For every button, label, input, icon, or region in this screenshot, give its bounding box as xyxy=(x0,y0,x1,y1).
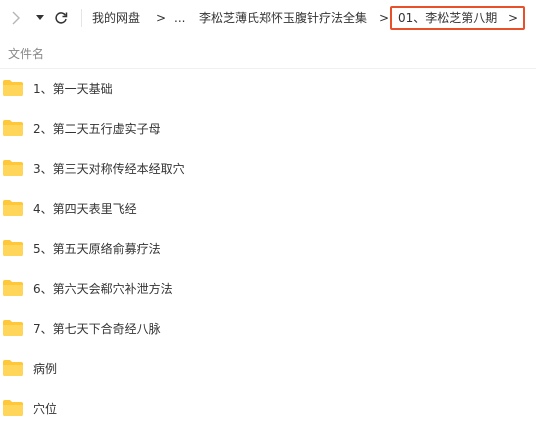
file-row[interactable]: 穴位 xyxy=(0,389,536,429)
toolbar: 我的网盘 > ... 李松芝薄氏郑怀玉腹针疗法全集 > 01、李松芝第八期 > xyxy=(0,0,536,38)
file-row[interactable]: 7、第七天下合奇经八脉 xyxy=(0,309,536,349)
file-row[interactable]: 4、第四天表里飞经 xyxy=(0,189,536,229)
file-name: 穴位 xyxy=(33,402,58,416)
refresh-button[interactable] xyxy=(51,7,71,29)
folder-icon xyxy=(3,80,23,96)
refresh-icon xyxy=(55,12,68,24)
file-name: 2、第二天五行虚实子母 xyxy=(33,122,161,136)
toolbar-divider xyxy=(81,9,82,27)
file-name: 1、第一天基础 xyxy=(33,82,113,96)
folder-icon xyxy=(3,240,23,256)
folder-icon xyxy=(3,400,23,416)
folder-icon xyxy=(3,320,23,336)
file-row[interactable]: 3、第三天对称传经本经取穴 xyxy=(0,149,536,189)
breadcrumb-current-folder[interactable]: 01、李松芝第八期 > xyxy=(390,6,525,30)
file-row[interactable]: 1、第一天基础 xyxy=(0,69,536,109)
file-name: 7、第七天下合奇经八脉 xyxy=(33,322,161,336)
breadcrumb-parent-folder[interactable]: 李松芝薄氏郑怀玉腹针疗法全集 xyxy=(199,9,367,27)
breadcrumb-ellipsis[interactable]: ... xyxy=(174,9,185,27)
file-name: 病例 xyxy=(33,362,58,376)
folder-icon xyxy=(3,200,23,216)
file-row[interactable]: 2、第二天五行虚实子母 xyxy=(0,109,536,149)
file-name: 3、第三天对称传经本经取穴 xyxy=(33,162,185,176)
chevron-right-icon xyxy=(12,11,20,25)
file-name: 5、第五天原络俞募疗法 xyxy=(33,242,161,256)
breadcrumb-my-drive[interactable]: 我的网盘 xyxy=(92,9,140,27)
folder-icon xyxy=(3,280,23,296)
breadcrumb-current-label: 01、李松芝第八期 xyxy=(398,11,498,25)
history-dropdown-button[interactable] xyxy=(30,7,50,29)
forward-button[interactable] xyxy=(6,7,26,29)
file-row[interactable]: 6、第六天会郗穴补泄方法 xyxy=(0,269,536,309)
file-name: 4、第四天表里飞经 xyxy=(33,202,137,216)
breadcrumb-separator: > xyxy=(156,11,167,25)
caret-down-icon xyxy=(36,15,44,20)
file-row[interactable]: 病例 xyxy=(0,349,536,389)
column-header-name[interactable]: 文件名 xyxy=(8,45,44,62)
folder-icon xyxy=(3,360,23,376)
folder-icon xyxy=(3,160,23,176)
folder-icon xyxy=(3,120,23,136)
breadcrumb-separator: > xyxy=(379,11,390,25)
file-list: 1、第一天基础 2、第二天五行虚实子母 3、第三天对称传经本经取穴 4、第四天表… xyxy=(0,69,536,429)
file-name: 6、第六天会郗穴补泄方法 xyxy=(33,282,173,296)
breadcrumb-current-chevron: > xyxy=(508,11,519,25)
column-header: 文件名 xyxy=(0,38,536,69)
file-row[interactable]: 5、第五天原络俞募疗法 xyxy=(0,229,536,269)
